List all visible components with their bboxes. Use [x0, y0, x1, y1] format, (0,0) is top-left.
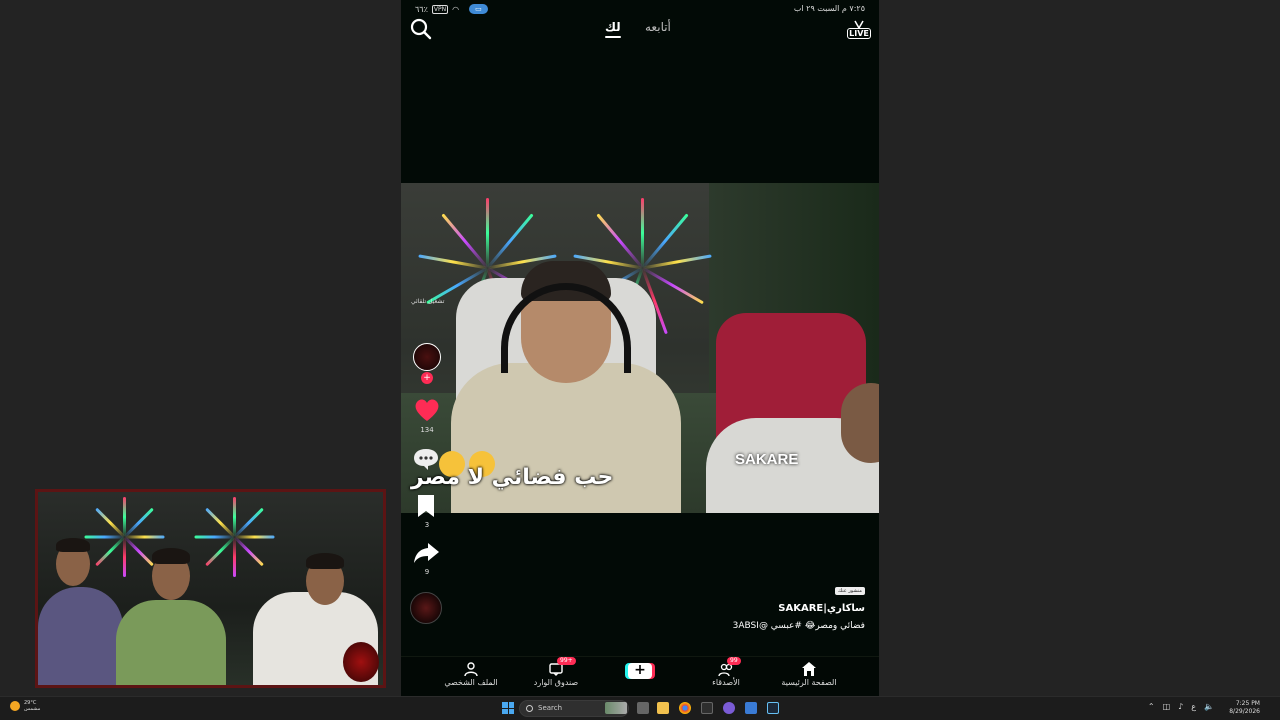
weather-desc: مشمس: [24, 706, 41, 712]
video-player[interactable]: حب فضائي لا مصر SAKARE: [401, 183, 879, 513]
share-button[interactable]: [412, 540, 440, 566]
network-icon[interactable]: ◫: [1163, 702, 1171, 711]
second-person-head: [841, 383, 879, 463]
clock-time: 7:25 PM: [1235, 700, 1260, 707]
bottom-nav: الملف الشخصي 99+ صندوق الوارد + 99 الأصد…: [401, 656, 879, 696]
friends-badge: 99: [727, 657, 741, 665]
nav-inbox-label: صندوق الوارد: [533, 678, 579, 687]
led-strip: [233, 497, 236, 537]
share-count: 9: [424, 568, 430, 576]
bookmark-icon: [418, 495, 434, 517]
status-icons: ٦٦٪ VPN ◠ ▭: [415, 4, 488, 14]
nav-profile-label: الملف الشخصي: [444, 678, 498, 687]
right-person-hair: [306, 553, 344, 569]
led-strip: [124, 535, 165, 539]
author-badge: منشور عنك: [835, 587, 865, 595]
battery-text: ٦٦٪: [415, 4, 428, 14]
friends-icon: 99: [718, 657, 741, 677]
red-logo-prop: [343, 642, 379, 682]
status-pill: ▭: [469, 4, 488, 14]
led-strip: [234, 535, 275, 539]
inbox-icon: 99+: [548, 657, 576, 677]
clock-date: 8/29/2026: [1229, 708, 1260, 715]
person-shirt: [451, 363, 681, 513]
led-strip: [486, 198, 489, 268]
nav-friends-label: الأصدقاء: [712, 678, 740, 687]
sun-icon: [10, 701, 20, 711]
task-view-icon[interactable]: [637, 702, 649, 714]
save-count: 3: [424, 521, 430, 529]
taskbar-clock[interactable]: 7:25 PM 8/29/2026: [1229, 700, 1260, 716]
chevron-up-icon[interactable]: ⌃: [1148, 702, 1155, 711]
search-highlight-icon[interactable]: [605, 702, 627, 714]
music-disc-icon[interactable]: [410, 592, 442, 624]
person-icon: [463, 661, 479, 677]
inbox-badge: 99+: [557, 657, 576, 665]
creator-avatar[interactable]: [413, 343, 441, 371]
nav-friends[interactable]: 99 الأصدقاء: [691, 657, 761, 687]
terminal-icon[interactable]: [701, 702, 713, 714]
discord-icon[interactable]: [723, 702, 735, 714]
wifi-icon: ◠: [452, 4, 460, 14]
file-explorer-icon[interactable]: [657, 702, 669, 714]
volume-icon[interactable]: 🔈: [1204, 702, 1214, 711]
status-bar: ٧:٢٥ م السبت ٢٩ اب ٦٦٪ VPN ◠ ▭: [401, 3, 879, 17]
home-icon: [801, 661, 817, 677]
video-description: فضائي ومصر😂 #عبسي @3ABSI: [732, 621, 865, 631]
left-person-hair: [56, 538, 90, 552]
led-strip: [194, 535, 235, 539]
like-count: 134: [420, 426, 434, 434]
led-strip: [233, 537, 236, 577]
author-name[interactable]: ساكاري|SAKARE: [778, 603, 865, 614]
comment-button[interactable]: [412, 446, 440, 472]
create-button[interactable]: +: [628, 663, 652, 679]
language-indicator[interactable]: ع: [1191, 702, 1196, 711]
live-label: LIVE: [847, 28, 871, 39]
center-person: [116, 600, 226, 685]
vpn-icon: VPN: [431, 4, 449, 14]
search-icon: [526, 705, 533, 712]
autoplay-note: تشغيل تلقائي: [411, 298, 445, 305]
top-nav: أتابعه لك LIVE: [401, 18, 879, 40]
led-strip: [84, 535, 125, 539]
weather-widget[interactable]: 29°C مشمس: [10, 700, 40, 712]
chrome-icon[interactable]: [679, 702, 691, 714]
video-caption: حب فضائي لا مصر: [411, 465, 614, 490]
center-person-hair: [152, 548, 190, 564]
tab-for-you[interactable]: لك: [605, 20, 621, 38]
nav-inbox[interactable]: 99+ صندوق الوارد: [521, 657, 591, 687]
nav-home-label: الصفحة الرئيسية: [781, 678, 837, 687]
led-strip: [123, 537, 126, 577]
taskbar-search-placeholder: Search: [538, 704, 563, 712]
save-button[interactable]: [416, 494, 436, 518]
like-button[interactable]: [413, 397, 441, 423]
search-icon[interactable]: [409, 17, 433, 41]
nav-home[interactable]: الصفحة الرئيسية: [774, 661, 844, 687]
weather-text: 29°C مشمس: [24, 700, 40, 712]
webcam-overlay: [35, 489, 386, 688]
left-person: [38, 587, 123, 685]
comment-icon: [414, 449, 438, 470]
led-strip: [641, 198, 644, 268]
led-strip: [123, 497, 126, 537]
live-button[interactable]: LIVE: [847, 15, 871, 41]
desktop: ٧:٢٥ م السبت ٢٩ اب ٦٦٪ VPN ◠ ▭ أتابعه لك…: [0, 0, 1280, 720]
heart-icon: [415, 399, 439, 421]
follow-plus-icon[interactable]: +: [421, 372, 433, 384]
share-arrow-icon: [414, 543, 439, 563]
phone-screen: ٧:٢٥ م السبت ٢٩ اب ٦٦٪ VPN ◠ ▭ أتابعه لك…: [401, 0, 879, 696]
system-tray: ⌃ ◫ ♪ ع 🔈: [1148, 702, 1214, 711]
status-time-date: ٧:٢٥ م السبت ٢٩ اب: [793, 4, 865, 13]
video-watermark: SAKARE: [735, 451, 799, 468]
microphone-icon[interactable]: ♪: [1178, 702, 1183, 711]
nav-profile[interactable]: الملف الشخصي: [436, 661, 506, 687]
photos-icon[interactable]: [745, 702, 757, 714]
taskbar: 29°C مشمس Search ⌃ ◫ ♪ ع 🔈 7:25 PM 8/29/…: [0, 696, 1280, 720]
windows-start-icon[interactable]: [502, 702, 514, 714]
steam-icon[interactable]: [767, 702, 779, 714]
tab-following[interactable]: أتابعه: [645, 20, 671, 34]
